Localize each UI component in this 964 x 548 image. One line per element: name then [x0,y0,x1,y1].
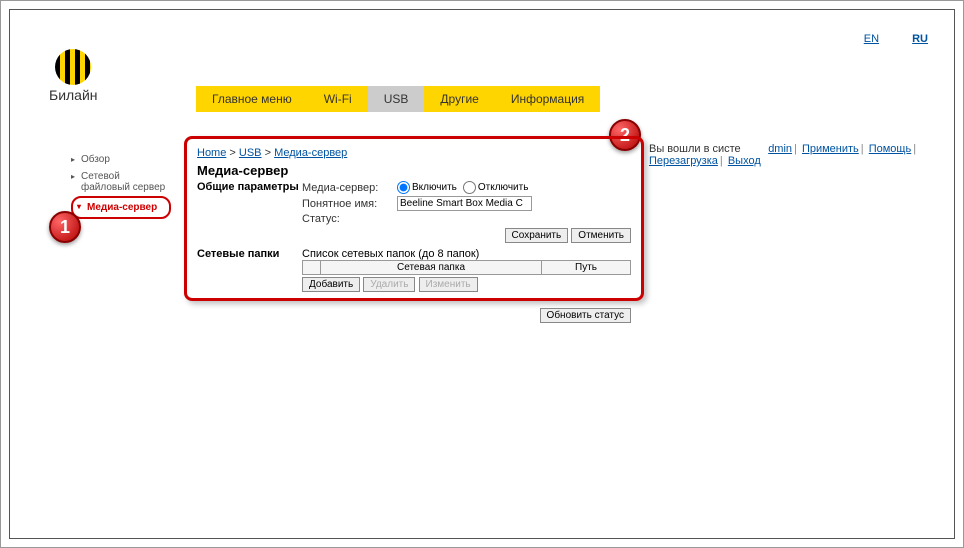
logout-link[interactable]: Выход [728,155,761,167]
friendly-name-input[interactable] [397,196,532,211]
cancel-button[interactable]: Отменить [571,228,631,243]
radio-disable-label[interactable]: Отключить [463,181,529,194]
logged-in-text: Вы вошли в систе [649,143,741,155]
delete-button: Удалить [363,277,415,292]
nav-wifi[interactable]: Wi-Fi [308,86,368,112]
sidebar: Обзор Сетевой файловый сервер Медиа-серв… [71,151,171,219]
breadcrumb-usb[interactable]: USB [239,147,262,159]
logo-text: Билайн [49,87,98,103]
sidebar-item-mediaserver[interactable]: Медиа-сервер [71,196,171,219]
friendly-name-label: Понятное имя: [302,198,397,210]
sidebar-item-fileserver[interactable]: Сетевой файловый сервер [71,168,171,196]
breadcrumb-home[interactable]: Home [197,147,226,159]
add-button[interactable]: Добавить [302,277,360,292]
logo: Билайн [49,49,98,103]
sidebar-item-overview[interactable]: Обзор [71,151,171,168]
language-bar: EN RU [834,33,928,45]
callout-badge-1: 1 [49,211,81,243]
nav-other[interactable]: Другие [424,86,494,112]
lang-ru-link[interactable]: RU [912,33,928,45]
edit-button: Изменить [419,277,478,292]
media-server-label: Медиа-сервер: [302,182,397,194]
top-toolbar: Вы вошли в систе dmin| Применить| Помощь… [649,143,963,167]
status-label: Статус: [302,213,397,225]
main-nav: Главное меню Wi-Fi USB Другие Информация [196,86,600,112]
radio-enable-label[interactable]: Включить [397,181,457,194]
nav-info[interactable]: Информация [495,86,600,112]
apply-link[interactable]: Применить [802,143,859,155]
help-link[interactable]: Помощь [869,143,912,155]
col-folder: Сетевая папка [321,261,542,275]
save-button[interactable]: Сохранить [505,228,569,243]
reboot-link[interactable]: Перезагрузка [649,155,718,167]
breadcrumb: Home > USB > Медиа-сервер [197,147,631,159]
nav-usb[interactable]: USB [368,86,425,112]
folders-caption: Список сетевых папок (до 8 папок) [302,248,631,260]
page-title: Медиа-сервер [197,163,631,178]
col-path: Путь [542,261,631,275]
section-general-label: Общие параметры [197,181,302,246]
main-panel: Home > USB > Медиа-сервер Медиа-сервер О… [184,136,644,301]
col-checkbox [303,261,321,275]
section-folders-label: Сетевые папки [197,248,302,326]
lang-en-link[interactable]: EN [864,33,879,45]
radio-enable[interactable] [397,181,410,194]
breadcrumb-media[interactable]: Медиа-сервер [274,147,347,159]
refresh-status-button[interactable]: Обновить статус [540,308,631,323]
logo-icon [55,49,91,85]
nav-main[interactable]: Главное меню [196,86,308,112]
radio-disable[interactable] [463,181,476,194]
folders-table: Сетевая папка Путь [302,260,631,275]
admin-link[interactable]: dmin [768,143,792,155]
